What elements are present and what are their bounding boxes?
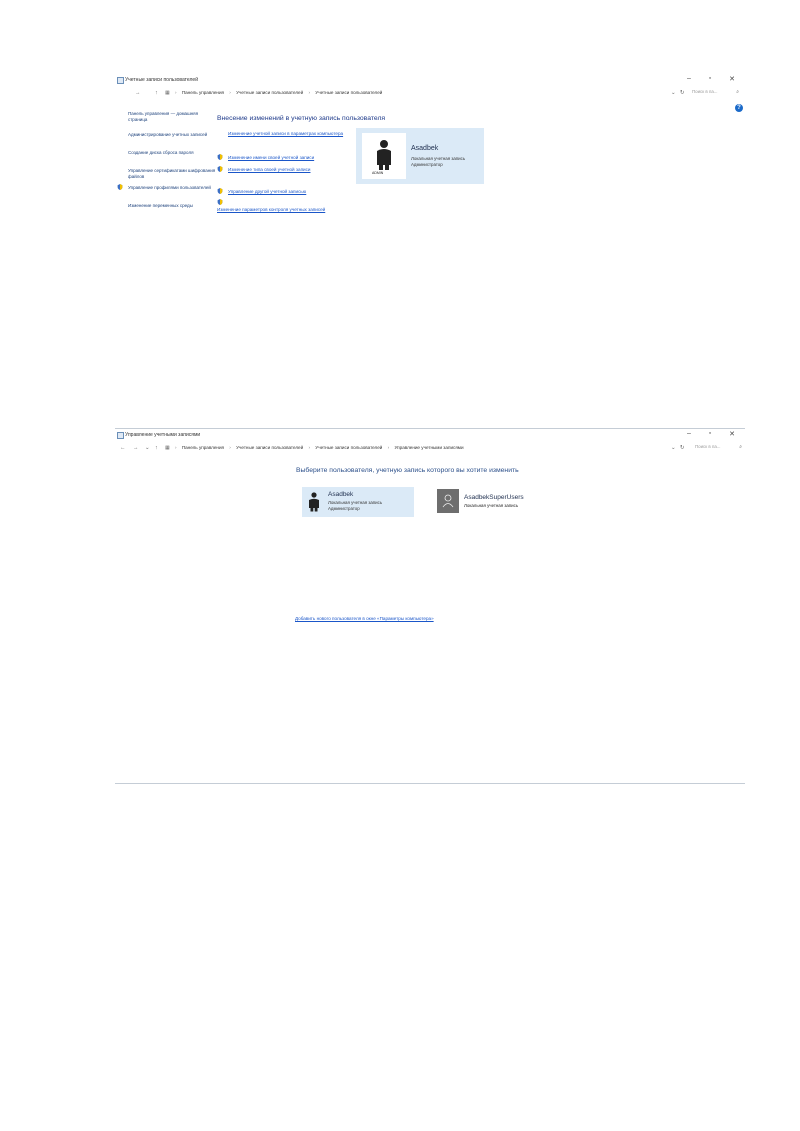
task-link-uac[interactable]: Изменение параметров контроля учетных за… (217, 207, 325, 212)
account-type: Локальная учетная запись (464, 503, 519, 508)
search-icon: ⌕ (739, 444, 742, 450)
search-input[interactable]: Поиск в па... ⌕ (695, 444, 743, 452)
breadcrumb-item[interactable]: Учетные записи пользователей (315, 90, 382, 95)
sidebar-item-profiles[interactable]: Управление профилями пользователей (128, 185, 216, 191)
folder-icon: ▦ (165, 445, 170, 451)
dropdown-icon[interactable]: ⌄ (671, 445, 676, 451)
close-button[interactable]: ✕ (725, 75, 739, 83)
breadcrumb-item[interactable]: Учетные записи пользователей (236, 445, 303, 450)
search-placeholder: Поиск в па... (692, 89, 718, 94)
shield-icon (217, 154, 223, 160)
breadcrumb-item[interactable]: Учетные записи пользователей (315, 445, 382, 450)
shield-icon (117, 184, 123, 190)
task-link-manage-other[interactable]: Управление другой учетной записью (228, 189, 306, 194)
breadcrumb-item[interactable]: Управление учетными записями (394, 445, 463, 450)
address-bar: ← → ⌄ ↑ ▦ › Панель управления › Учетные … (115, 443, 745, 454)
admin-badge: ADMIN (372, 171, 384, 175)
account-role: Администратор (328, 506, 360, 511)
account-tile-asadbek[interactable]: Asadbek Локальная учетная запись Админис… (302, 487, 414, 517)
folder-icon: ▦ (165, 90, 170, 96)
admin-person-icon (377, 140, 391, 170)
account-name: Asadbek (328, 491, 354, 498)
shield-icon (217, 188, 223, 194)
bottom-divider (115, 783, 745, 784)
dropdown-icon[interactable]: ⌄ (145, 445, 150, 451)
task-link-pc-settings[interactable]: Изменение учетной записи в параметрах ко… (228, 131, 358, 137)
breadcrumb-item[interactable]: Панель управления (182, 445, 224, 450)
avatar: ADMIN (362, 133, 406, 179)
title-bar: Учетные записи пользователей – ▫ ✕ (115, 74, 745, 88)
breadcrumb-item[interactable]: Панель управления (182, 90, 224, 95)
sidebar-item-env-vars[interactable]: Изменение переменных среды (128, 203, 216, 209)
sidebar-item-home[interactable]: Панель управления — домашняя страница (128, 111, 216, 122)
title-bar: Управление учетными записями – ▫ ✕ (115, 429, 745, 443)
window-title: Управление учетными записями (125, 432, 201, 438)
user-role: Администратор (411, 162, 443, 167)
add-user-link[interactable]: Добавить нового пользователя в окне «Пар… (295, 616, 434, 621)
minimize-button[interactable]: – (682, 75, 696, 82)
search-icon: ⌕ (736, 89, 739, 95)
back-icon[interactable]: ← (120, 445, 126, 451)
account-name: AsadbekSuperUsers (464, 494, 524, 501)
help-icon[interactable]: ? (735, 104, 743, 112)
task-link-rename[interactable]: Изменение имени своей учетной записи (228, 155, 314, 160)
avatar (437, 489, 459, 513)
user-card: ADMIN Asadbek Локальная учетная запись А… (356, 128, 484, 184)
refresh-icon[interactable]: ↻ (680, 90, 685, 96)
dropdown-icon[interactable]: ⌄ (671, 90, 676, 96)
user-name: Asadbek (411, 145, 439, 152)
sidebar-item-account-admin[interactable]: Администрирование учетных записей (128, 132, 216, 138)
shield-icon (217, 166, 223, 172)
manage-accounts-window: Управление учетными записями – ▫ ✕ ← → ⌄… (115, 429, 745, 784)
task-link-change-type[interactable]: Изменение типа своей учетной записи (228, 167, 310, 172)
sidebar-item-reset-disk[interactable]: Создание диска сброса пароля (128, 150, 216, 156)
close-button[interactable]: ✕ (725, 430, 739, 438)
account-tile-superusers[interactable]: AsadbekSuperUsers Локальная учетная запи… (435, 487, 545, 517)
page-heading: Выберите пользователя, учетную запись ко… (296, 467, 519, 474)
control-panel-icon (117, 77, 124, 84)
forward-icon[interactable]: → (133, 445, 139, 451)
sidebar-item-certificates[interactable]: Управление сертификатами шифрования файл… (128, 168, 216, 179)
search-placeholder: Поиск в па... (695, 444, 721, 449)
window-title: Учетные записи пользователей (125, 77, 198, 83)
address-bar: → ↑ ▦ › Панель управления › Учетные запи… (115, 88, 745, 99)
admin-person-icon (309, 492, 319, 512)
control-panel-icon (117, 432, 124, 439)
search-input[interactable]: Поиск в па... ⌕ (692, 89, 740, 97)
account-type: Локальная учетная запись (328, 500, 383, 505)
maximize-button[interactable]: ▫ (703, 75, 717, 82)
breadcrumb-item[interactable]: Учетные записи пользователей (236, 90, 303, 95)
breadcrumb: › Панель управления › Учетные записи пол… (175, 90, 383, 95)
minimize-button[interactable]: – (682, 430, 696, 437)
user-silhouette-icon (442, 494, 454, 508)
shield-icon (217, 199, 223, 205)
maximize-button[interactable]: ▫ (703, 430, 717, 437)
user-accounts-window: Учетные записи пользователей – ▫ ✕ → ↑ ▦… (115, 74, 745, 224)
breadcrumb: › Панель управления › Учетные записи пол… (175, 445, 464, 450)
refresh-icon[interactable]: ↻ (680, 445, 685, 451)
forward-icon[interactable]: → (135, 90, 141, 96)
up-icon[interactable]: ↑ (155, 90, 158, 96)
user-account-type: Локальная учетная запись (411, 156, 466, 161)
up-icon[interactable]: ↑ (155, 445, 158, 451)
page-heading: Внесение изменений в учетную запись поль… (217, 115, 386, 122)
